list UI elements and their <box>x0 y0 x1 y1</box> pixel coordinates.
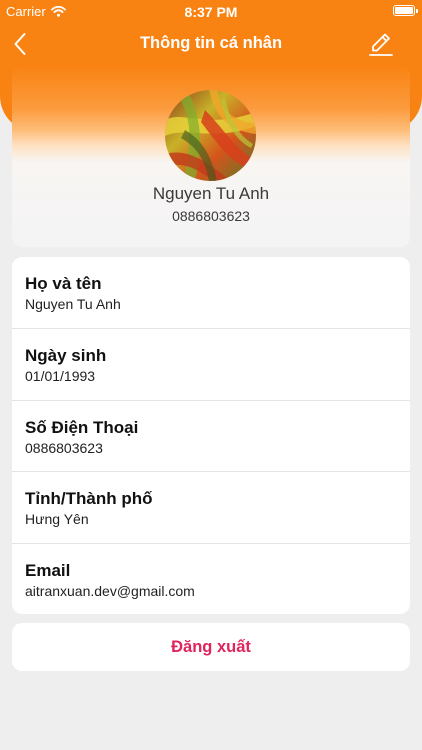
logout-button[interactable]: Đăng xuất <box>12 623 410 671</box>
info-label: Tỉnh/Thành phố <box>25 489 153 509</box>
status-bar: Carrier 8:37 PM <box>0 0 422 24</box>
profile-name: Nguyen Tu Anh <box>152 184 270 203</box>
battery-tip <box>416 9 418 13</box>
personal-info-card: Họ và tên Nguyen Tu Anh Ngày sinh 01/01/… <box>12 257 410 614</box>
battery-level <box>395 7 413 14</box>
info-value: Hưng Yên <box>25 511 89 528</box>
info-value: aitranxuan.dev@gmail.com <box>25 582 195 599</box>
info-row-province: Tỉnh/Thành phố Hưng Yên <box>12 471 410 542</box>
pencil-icon <box>369 33 393 56</box>
info-row-birthdate: Ngày sinh 01/01/1993 <box>12 328 410 399</box>
navigation-bar: Thông tin cá nhân <box>0 24 422 64</box>
avatar-image <box>165 90 256 181</box>
info-value: 01/01/1993 <box>25 368 96 385</box>
info-label: Số Điện Thoại <box>25 417 139 437</box>
info-value: 0886803623 <box>25 439 103 456</box>
page-title: Thông tin cá nhân <box>139 34 283 52</box>
profile-phone: 0886803623 <box>172 208 250 224</box>
info-row-email: Email aitranxuan.dev@gmail.com <box>12 542 410 614</box>
status-time: 8:37 PM <box>184 4 238 20</box>
info-label: Email <box>25 560 71 580</box>
logout-label: Đăng xuất <box>171 637 251 656</box>
info-value: Nguyen Tu Anh <box>25 296 121 312</box>
info-row-phone: Số Điện Thoại 0886803623 <box>12 399 410 471</box>
edit-profile-button[interactable] <box>366 28 396 60</box>
avatar[interactable] <box>165 90 256 181</box>
battery-icon <box>393 5 418 16</box>
info-label: Họ và tên <box>25 274 102 293</box>
info-label: Ngày sinh <box>25 346 107 366</box>
profile-card: Nguyen Tu Anh 0886803623 <box>12 66 410 247</box>
info-row-full-name: Họ và tên Nguyen Tu Anh <box>12 257 410 328</box>
